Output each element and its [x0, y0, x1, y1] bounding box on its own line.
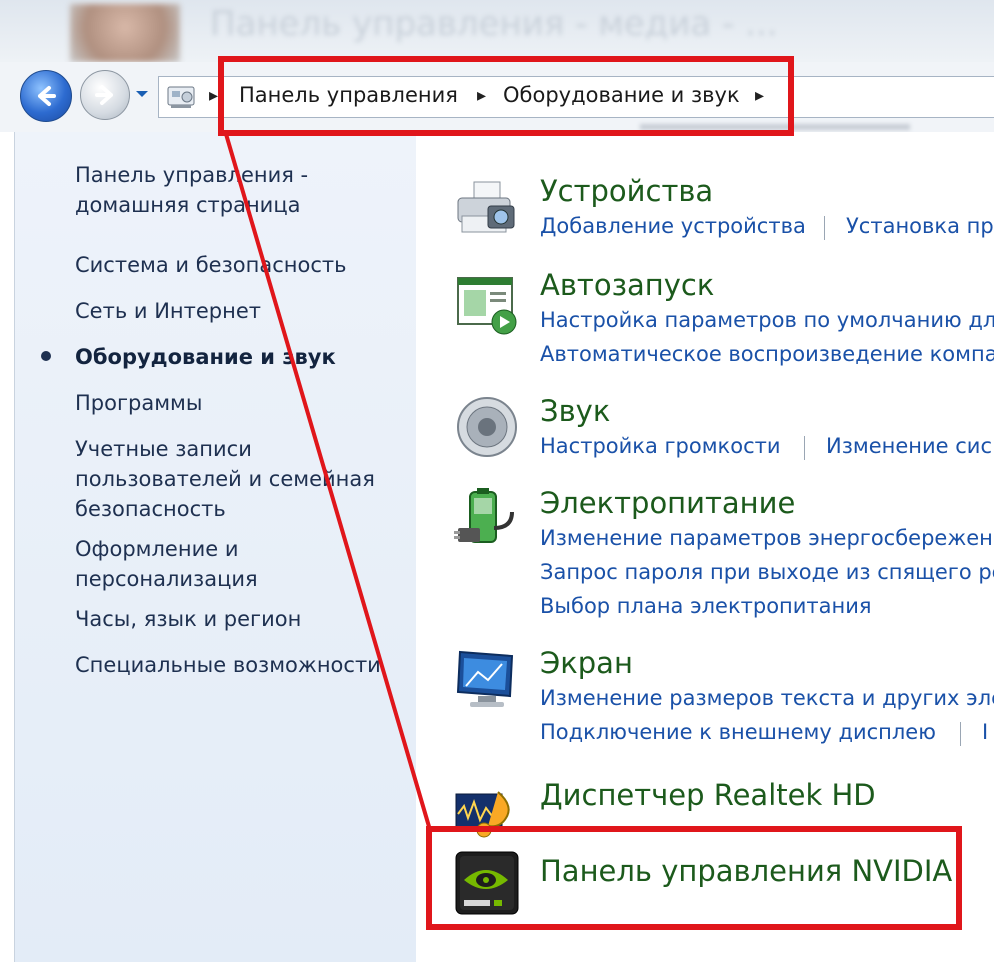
link-separator [960, 722, 961, 746]
blurred-avatar [70, 4, 180, 62]
devices-printer-icon[interactable] [454, 176, 520, 242]
link-autoplay-cd[interactable]: Автоматическое воспроизведение компа [540, 342, 994, 366]
sidebar-item-accessibility[interactable]: Специальные возможности [75, 650, 381, 680]
sidebar-item-user-accounts[interactable]: Учетные записи пользователей и семейная … [75, 434, 375, 524]
link-separator [824, 216, 825, 240]
highlight-nvidia-box [426, 826, 962, 930]
link-separator [804, 436, 805, 460]
sidebar-item-clock-language[interactable]: Часы, язык и регион [75, 604, 301, 634]
speaker-icon[interactable] [454, 394, 520, 460]
highlight-breadcrumb-box [218, 56, 794, 136]
title-bar: Панель управления - медиа - ... [0, 0, 994, 62]
category-devices-title[interactable]: Устройства [540, 174, 713, 208]
link-install-printer[interactable]: Установка пр [846, 214, 994, 238]
forward-arrow-icon [95, 85, 113, 105]
category-power-title[interactable]: Электропитание [540, 486, 795, 520]
display-monitor-icon[interactable] [454, 646, 520, 712]
link-change-power-saving[interactable]: Изменение параметров энергосбережен [540, 526, 993, 550]
link-autoplay-defaults[interactable]: Настройка параметров по умолчанию дл [540, 308, 994, 332]
link-choose-power-plan[interactable]: Выбор плана электропитания [540, 594, 872, 618]
power-battery-icon[interactable] [454, 488, 520, 554]
breadcrumb-separator[interactable]: ▸ [209, 85, 218, 106]
back-button[interactable] [20, 70, 72, 122]
link-adjust-volume[interactable]: Настройка громкости [540, 434, 781, 458]
category-sound-title[interactable]: Звук [540, 394, 610, 428]
recent-pages-dropdown-icon[interactable] [134, 88, 150, 100]
category-realtek-title[interactable]: Диспетчер Realtek HD [540, 778, 876, 812]
sidebar-item-network-internet[interactable]: Сеть и Интернет [75, 296, 261, 326]
link-change-text-size[interactable]: Изменение размеров текста и других эле [540, 686, 994, 710]
window-title: Панель управления - медиа - ... [210, 4, 778, 44]
link-add-device[interactable]: Добавление устройства [540, 214, 806, 238]
control-panel-icon [167, 86, 195, 108]
sidebar-item-hardware-sound[interactable]: Оборудование и звук [75, 342, 336, 372]
link-change-system-sounds[interactable]: Изменение сис [826, 434, 992, 458]
forward-button[interactable] [80, 70, 130, 120]
link-display-more[interactable]: I [982, 720, 988, 744]
sidebar-item-appearance[interactable]: Оформление и персонализация [75, 534, 258, 594]
autoplay-icon[interactable] [454, 272, 520, 338]
link-require-password-wake[interactable]: Запрос пароля при выходе из спящего ре [540, 560, 994, 584]
sidebar-item-home[interactable]: Панель управления - домашняя страница [75, 160, 308, 220]
category-autoplay-title[interactable]: Автозапуск [540, 268, 714, 302]
category-display-title[interactable]: Экран [540, 646, 633, 680]
back-arrow-icon [38, 86, 56, 106]
sidebar: Панель управления - домашняя страница Си… [14, 132, 417, 962]
active-bullet-icon [41, 351, 51, 361]
sidebar-item-system-security[interactable]: Система и безопасность [75, 250, 346, 280]
sidebar-item-programs[interactable]: Программы [75, 388, 202, 418]
link-connect-external-display[interactable]: Подключение к внешнему дисплею [540, 720, 936, 744]
